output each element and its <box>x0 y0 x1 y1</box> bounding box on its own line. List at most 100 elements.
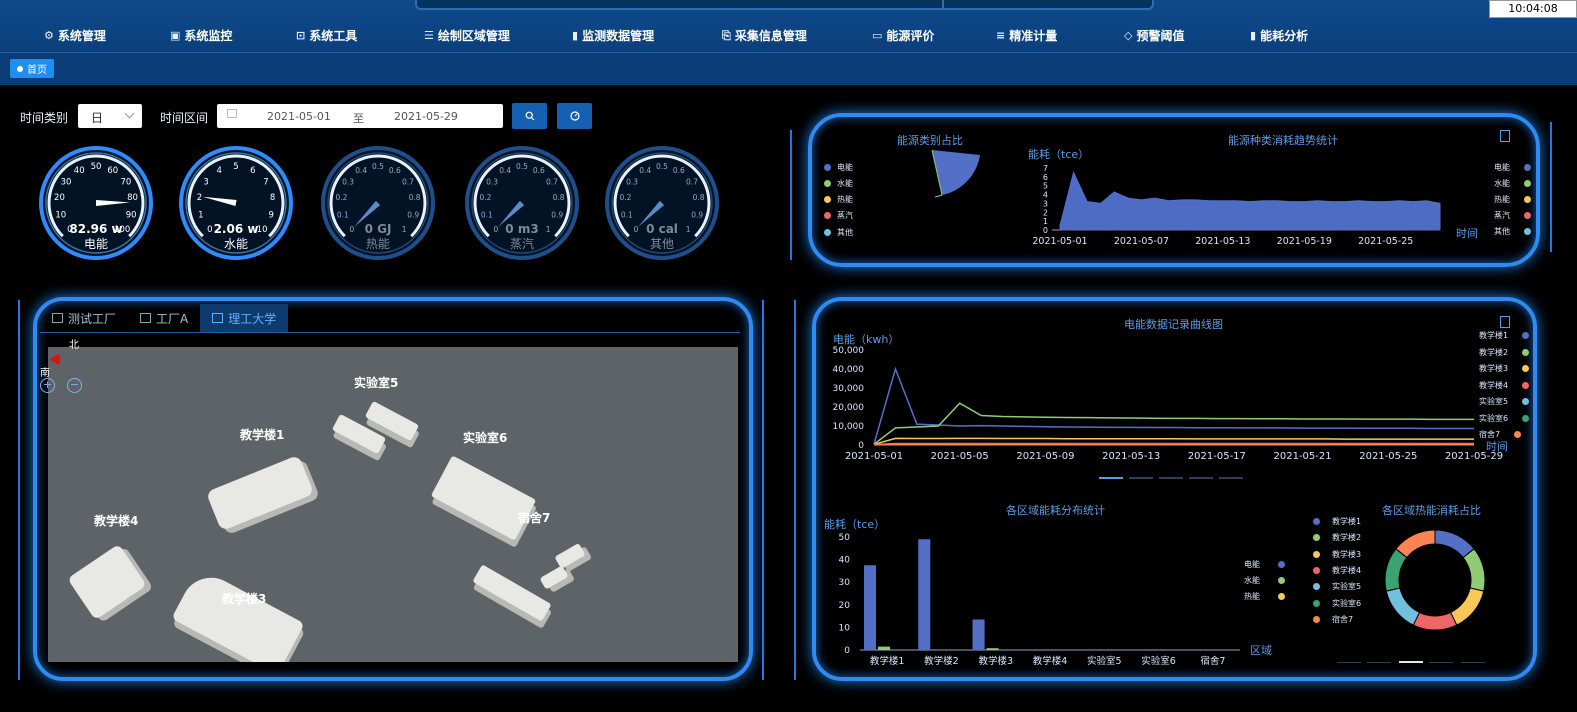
legend-item[interactable]: 教学楼4 <box>1479 380 1530 391</box>
building-teaching1[interactable] <box>205 454 315 532</box>
legend-label: 蒸汽 <box>1494 211 1510 220</box>
nav-precise-metering[interactable]: ≡ 精准计量 <box>996 27 1057 44</box>
chevron-down-icon <box>124 108 135 119</box>
y-tick-label: 0 <box>1043 226 1048 235</box>
legend-item[interactable]: 宿舍7 <box>1479 429 1522 440</box>
legend-label: 实验室6 <box>1479 413 1509 423</box>
legend-item[interactable]: 电能 <box>1244 559 1285 570</box>
start-date[interactable]: 2021-05-01 <box>267 110 331 123</box>
legend-label: 实验室5 <box>1479 397 1509 406</box>
legend-item[interactable]: 水能 <box>1494 178 1531 189</box>
legend-label: 水能 <box>1494 179 1510 188</box>
legend-item[interactable]: 热能 <box>1494 194 1531 205</box>
data-view-icon[interactable] <box>1500 130 1510 142</box>
legend-item[interactable]: 教学楼3 <box>1313 549 1361 560</box>
legend-item[interactable]: 教学楼3 <box>1479 363 1530 374</box>
legend-item[interactable]: 蒸汽 <box>824 210 853 221</box>
gauge-tick-label: 0.5 <box>516 162 528 171</box>
legend-item[interactable]: 水能 <box>824 178 853 189</box>
nav-system-management[interactable]: ⚙ 系统管理 <box>44 27 106 44</box>
gauge-tick-label: 0.9 <box>407 210 419 219</box>
x-tick-label: 教学楼3 <box>978 655 1013 667</box>
x-tick-label: 2021-05-07 <box>1114 236 1169 247</box>
date-range-picker[interactable]: 2021-05-01 至 2021-05-29 <box>217 104 503 128</box>
gauge-value: 82.96 w <box>69 222 122 236</box>
gauge-tick-label: 0.5 <box>372 162 384 171</box>
legend-item[interactable]: 教学楼4 <box>1313 565 1361 576</box>
building-teaching3[interactable] <box>171 567 305 662</box>
building-lab6[interactable] <box>430 455 537 541</box>
legend-item[interactable]: 实验室6 <box>1479 413 1530 424</box>
legend-item[interactable]: 其他 <box>1494 226 1531 237</box>
region-x-label: 区域 <box>1250 644 1272 657</box>
legend-item[interactable]: 热能 <box>1244 591 1285 602</box>
y-tick-label: 2 <box>1043 208 1048 217</box>
nav-warning-threshold[interactable]: ◇ 预警阈值 <box>1124 27 1184 44</box>
x-tick-label: 2021-05-25 <box>1359 451 1417 462</box>
zoom-in-button[interactable]: + <box>40 378 55 393</box>
zoom-out-button[interactable]: − <box>67 378 82 393</box>
nav-energy-evaluation[interactable]: ▭ 能源评价 <box>872 27 934 44</box>
tab-factory-a[interactable]: 工厂A <box>128 304 200 332</box>
legend-item[interactable]: 其他 <box>824 227 853 238</box>
tab-home[interactable]: 首页 <box>10 59 54 78</box>
panel-decoration <box>790 130 792 260</box>
legend-item[interactable]: 实验室5 <box>1479 396 1530 407</box>
legend-item[interactable]: 水能 <box>1244 575 1285 586</box>
tab-test-factory[interactable]: 测试工厂 <box>40 304 128 332</box>
plug-icon: ⎘ <box>722 28 731 42</box>
legend-label: 教学楼4 <box>1479 380 1509 390</box>
legend-item[interactable]: 教学楼1 <box>1479 330 1530 341</box>
legend-item[interactable]: 电能 <box>824 162 853 173</box>
panel-decoration <box>1550 122 1552 252</box>
compass-north: 北 <box>69 340 79 351</box>
x-tick-label: 2021-05-01 <box>845 451 903 462</box>
gauge-tick-label: 0.4 <box>639 166 651 175</box>
page-indicator[interactable] <box>1095 475 1255 481</box>
x-tick-label: 2021-05-01 <box>1032 236 1087 247</box>
tab-university[interactable]: 理工大学 <box>200 304 289 332</box>
nav-monitor-data[interactable]: ▮ 监测数据管理 <box>572 27 654 44</box>
legend-item[interactable]: 蒸汽 <box>1494 210 1531 221</box>
gauge-tick-label: 0.2 <box>335 193 347 202</box>
end-date[interactable]: 2021-05-29 <box>394 110 458 123</box>
legend-item[interactable]: 教学楼2 <box>1313 532 1361 543</box>
gauge-tick-label: 60 <box>107 166 118 176</box>
legend-item[interactable]: 教学楼2 <box>1479 347 1530 358</box>
nav-consumption-analysis[interactable]: ▮ 能耗分析 <box>1250 27 1308 44</box>
nav-area-drawing[interactable]: ☰ 绘制区域管理 <box>424 27 510 44</box>
campus-3d-map[interactable]: 实验室5 教学楼1 实验室6 教学楼4 宿舍7 教学楼3 <box>48 347 738 662</box>
y-tick-label: 6 <box>1043 173 1048 182</box>
legend-item[interactable]: 实验室6 <box>1313 598 1361 609</box>
region-bar-chart: 0 10 20 30 40 50 教学楼1 教学楼2 教学楼3 教学楼4 实验室5 实验室6 宿舍7 <box>839 533 1240 667</box>
search-button[interactable] <box>512 103 547 129</box>
gauge-tick-label: 0.4 <box>355 166 367 175</box>
building-teaching4[interactable] <box>67 543 147 621</box>
data-view-icon[interactable] <box>1500 316 1510 328</box>
gauge-tick-label: 0.2 <box>479 193 491 202</box>
time-type-select[interactable]: 日 <box>78 104 142 128</box>
legend-item[interactable]: 热能 <box>824 194 853 205</box>
gauge-tick-label: 0 <box>207 225 212 235</box>
shield-icon: ◇ <box>1124 29 1133 42</box>
nav-system-monitor[interactable]: ▣ 系统监控 <box>170 27 232 44</box>
screen-icon: ▭ <box>872 29 883 42</box>
gauge-name: 热能 <box>366 237 390 251</box>
nav-system-tools[interactable]: ⊡ 系统工具 <box>296 27 357 44</box>
page-indicator[interactable] <box>1335 660 1495 666</box>
legend-item[interactable]: 教学楼1 <box>1313 516 1361 527</box>
building-dorm7-b[interactable] <box>554 542 586 570</box>
legend-item[interactable]: 电能 <box>1494 162 1531 173</box>
gauge-tick-label: 0.9 <box>691 210 703 219</box>
nav-collection-info[interactable]: ⎘ 采集信息管理 <box>722 27 807 44</box>
dashboard-button[interactable] <box>557 103 592 129</box>
legend-item[interactable]: 宿舍7 <box>1313 614 1353 625</box>
building-dorm7-c[interactable] <box>539 565 569 590</box>
monitor-icon: ▣ <box>170 29 181 42</box>
building-dorm7-a[interactable] <box>472 564 552 622</box>
electric-x-label: 时间 <box>1486 440 1508 453</box>
x-tick-label: 教学楼4 <box>1033 655 1068 667</box>
toolbox-icon: ⊡ <box>296 29 306 42</box>
legend-item[interactable]: 实验室5 <box>1313 581 1361 592</box>
legend-label: 教学楼3 <box>1332 549 1362 559</box>
